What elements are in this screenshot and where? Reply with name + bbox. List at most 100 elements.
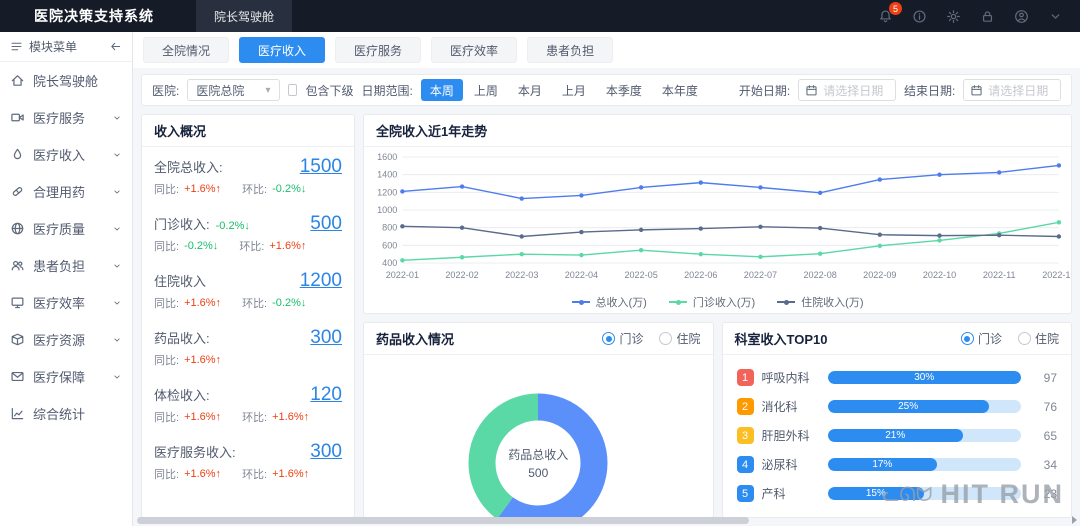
video-icon bbox=[10, 110, 25, 125]
revenue-item-compare-row: 同比:+1.6%↑环比:-0.2%↓ bbox=[154, 295, 342, 311]
header-lock-icon[interactable] bbox=[978, 7, 996, 25]
dept-row: 2消化科25%76 bbox=[737, 392, 1058, 421]
donut-center-label: 药品总收入500 bbox=[450, 375, 626, 517]
header-user-icon[interactable] bbox=[1012, 7, 1030, 25]
date-range-button[interactable]: 本季度 bbox=[597, 79, 651, 101]
caret-down-icon: ▾ bbox=[266, 85, 271, 96]
legend-marker-icon bbox=[572, 301, 590, 303]
dept-radio[interactable]: 住院 bbox=[1018, 330, 1059, 347]
header-tab-cockpit[interactable]: 院长驾驶舱 bbox=[196, 0, 292, 32]
yoy-label: 同比: bbox=[154, 352, 179, 368]
scroll-right-arrow[interactable] bbox=[1072, 516, 1077, 524]
dept-name: 泌尿科 bbox=[762, 456, 820, 473]
scrollbar-thumb[interactable] bbox=[137, 517, 749, 524]
svg-text:1200: 1200 bbox=[377, 187, 397, 197]
revenue-value-link[interactable]: 1500 bbox=[300, 156, 342, 178]
revenue-value-link[interactable]: 1200 bbox=[300, 270, 342, 292]
revenue-label-suffix: -0.2%↓ bbox=[216, 220, 250, 232]
revenue-value-link[interactable]: 300 bbox=[310, 441, 342, 463]
radio-label: 住院 bbox=[676, 330, 700, 347]
sidebar-item[interactable]: 合理用药 bbox=[0, 173, 132, 210]
revenue-value-link[interactable]: 500 bbox=[310, 213, 342, 235]
legend-item[interactable]: 总收入(万) bbox=[572, 294, 647, 310]
legend-item[interactable]: 门诊收入(万) bbox=[669, 294, 755, 310]
drug-donut-chart: 药品总收入500 bbox=[364, 355, 713, 517]
end-date-placeholder: 请选择日期 bbox=[988, 82, 1048, 99]
sidebar-item[interactable]: 综合统计 bbox=[0, 395, 132, 432]
page-tab[interactable]: 医疗收入 bbox=[239, 37, 325, 63]
dept-bar-fill: 15% bbox=[828, 487, 925, 500]
mom-value: -0.2%↓ bbox=[272, 297, 306, 309]
dept-radio[interactable]: 门诊 bbox=[961, 330, 1002, 347]
calendar-icon bbox=[970, 84, 983, 97]
revenue-value-link[interactable]: 120 bbox=[310, 384, 342, 406]
date-range-button[interactable]: 本周 bbox=[421, 79, 463, 101]
date-range-button[interactable]: 本月 bbox=[509, 79, 551, 101]
chevron-down-icon bbox=[112, 150, 122, 160]
date-range-button[interactable]: 上周 bbox=[465, 79, 507, 101]
header-gear-icon[interactable] bbox=[944, 7, 962, 25]
legend-item[interactable]: 住院收入(万) bbox=[777, 294, 863, 310]
sidebar-item-label: 综合统计 bbox=[33, 404, 85, 423]
drug-radio[interactable]: 门诊 bbox=[602, 330, 643, 347]
calendar-icon bbox=[805, 84, 818, 97]
chevron-down-icon bbox=[112, 150, 122, 160]
rank-badge: 3 bbox=[737, 427, 754, 444]
sidebar-item-label: 医疗效率 bbox=[33, 293, 85, 312]
menu-grid-icon[interactable] bbox=[10, 40, 23, 53]
sidebar-item[interactable]: 医疗服务 bbox=[0, 99, 132, 136]
include-sub-checkbox[interactable] bbox=[288, 84, 298, 96]
svg-text:2022-11: 2022-11 bbox=[983, 270, 1016, 280]
radio-icon bbox=[961, 332, 974, 345]
header-chevron-down-icon[interactable] bbox=[1046, 7, 1064, 25]
header-bell-icon[interactable]: 5 bbox=[876, 7, 894, 25]
sidebar-item[interactable]: 医疗保障 bbox=[0, 358, 132, 395]
revenue-item: 门诊收入:-0.2%↓500同比:-0.2%↓环比:+1.6%↑ bbox=[142, 204, 354, 261]
sidebar-item[interactable]: 医疗收入 bbox=[0, 136, 132, 173]
list-icon bbox=[10, 40, 23, 53]
page-tabs: 全院情况医疗收入医疗服务医疗效率患者负担 bbox=[133, 32, 1080, 68]
legend-marker-icon bbox=[777, 301, 795, 303]
revenue-value-link[interactable]: 300 bbox=[310, 327, 342, 349]
sidebar-item-label: 合理用药 bbox=[33, 182, 85, 201]
dashboard-content: 收入概况 全院总收入:1500同比:+1.6%↑环比:-0.2%↓门诊收入:-0… bbox=[133, 106, 1080, 526]
sidebar-item[interactable]: 患者负担 bbox=[0, 247, 132, 284]
sidebar-item[interactable]: 医疗资源 bbox=[0, 321, 132, 358]
droplet-icon bbox=[10, 147, 25, 162]
date-range-button[interactable]: 上月 bbox=[553, 79, 595, 101]
date-range-button[interactable]: 本年度 bbox=[653, 79, 707, 101]
page-tab[interactable]: 患者负担 bbox=[527, 37, 613, 63]
horizontal-scrollbar[interactable] bbox=[137, 516, 1064, 525]
drug-radio[interactable]: 住院 bbox=[659, 330, 700, 347]
dept-name: 产科 bbox=[762, 485, 820, 502]
start-date-input[interactable]: 请选择日期 bbox=[798, 79, 896, 101]
page-tab[interactable]: 医疗效率 bbox=[431, 37, 517, 63]
legend-label: 住院收入(万) bbox=[801, 294, 863, 310]
menu-collapse-icon[interactable] bbox=[109, 40, 122, 53]
user-icon bbox=[1014, 9, 1029, 24]
mom-value: +1.6%↑ bbox=[269, 240, 306, 252]
yoy-label: 同比: bbox=[154, 409, 179, 425]
pill-icon bbox=[10, 184, 25, 199]
hospital-select[interactable]: 医院总院 ▾ bbox=[187, 79, 279, 101]
header-info-icon[interactable] bbox=[910, 7, 928, 25]
start-date-label: 开始日期: bbox=[739, 82, 790, 99]
trend-legend: 总收入(万) 门诊收入(万) 住院收入(万) bbox=[364, 292, 1071, 312]
donut-center-value: 500 bbox=[528, 466, 548, 480]
sidebar-item[interactable]: 医疗效率 bbox=[0, 284, 132, 321]
end-date-input[interactable]: 请选择日期 bbox=[963, 79, 1061, 101]
dept-bar-pct: 25% bbox=[898, 401, 918, 412]
page-tab[interactable]: 医疗服务 bbox=[335, 37, 421, 63]
page-tab[interactable]: 全院情况 bbox=[143, 37, 229, 63]
radio-icon bbox=[602, 332, 615, 345]
sidebar-item[interactable]: 医疗质量 bbox=[0, 210, 132, 247]
donut-box: 药品总收入500 bbox=[450, 375, 626, 517]
yoy-value: +1.6%↑ bbox=[184, 411, 221, 423]
dept-bar-track: 15% bbox=[828, 487, 1022, 500]
sidebar-item[interactable]: 院长驾驶舱 bbox=[0, 62, 132, 99]
revenue-item: 住院收入1200同比:+1.6%↑环比:-0.2%↓ bbox=[142, 261, 354, 318]
chevron-down-icon bbox=[112, 261, 122, 271]
legend-marker-icon bbox=[669, 301, 687, 303]
yoy-label: 同比: bbox=[154, 238, 179, 254]
notification-badge: 5 bbox=[889, 2, 902, 15]
